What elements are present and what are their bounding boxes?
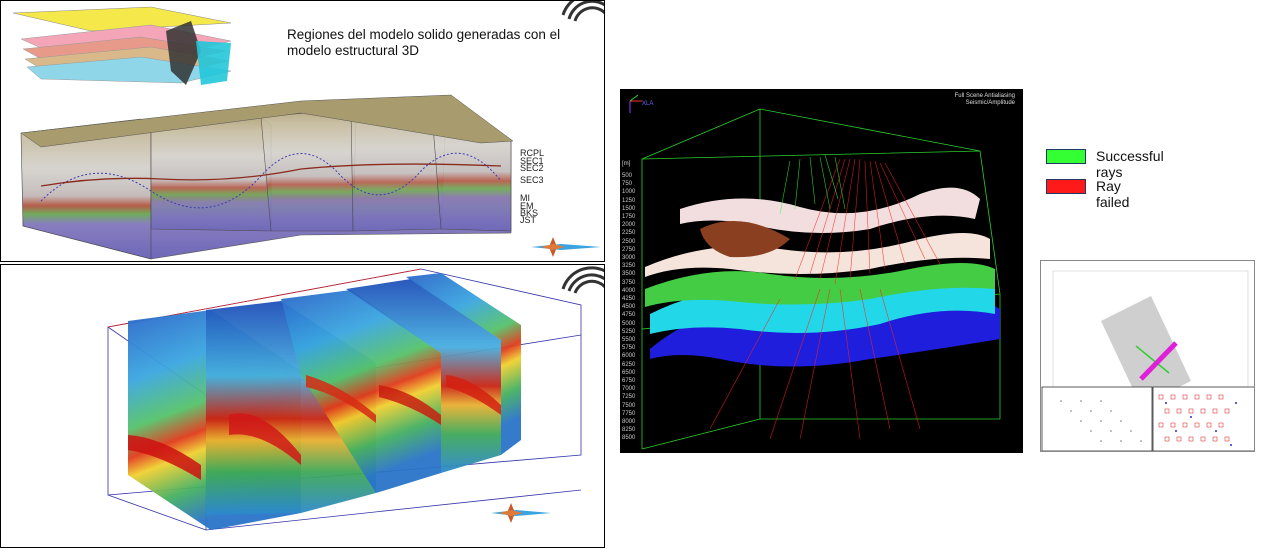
depth-tick-label: 6500 [622,369,636,376]
depth-tick-label: 6000 [622,353,636,360]
ray-tracing-viewer: Full Scene Antialiasing Seismic/Amplitud… [620,89,1023,453]
depth-tick-label: 500 [622,173,633,179]
ray-tracing-figure [629,94,1001,450]
viewer-header-line2: Seismic/Amplitude [965,100,1015,106]
seismic-fence-figure [107,266,604,531]
depth-tick-label: 7500 [622,402,636,409]
acquisition-geometry-panel [1040,260,1255,452]
depth-tick-label: 7250 [622,394,636,401]
depth-tick-label: 5500 [622,337,636,343]
depth-tick-label: 3250 [622,263,636,270]
horizon-label: SEC3 [520,175,544,185]
viewer-header: Full Scene Antialiasing Seismic/Amplitud… [955,93,1015,107]
depth-tick-label: 2000 [622,222,636,229]
depth-tick-label: 7750 [622,410,636,417]
depth-tick-label: 7000 [622,386,636,393]
depth-tick-label: 2750 [622,246,636,253]
depth-tick-label: 1000 [622,189,636,196]
axis-indicator-icon [629,94,642,113]
legend-swatch [1046,179,1086,194]
depth-tick-label: 4750 [622,312,636,319]
fence-diagram [20,94,514,260]
depth-unit: [m] [622,161,631,167]
surfaces-thumbnail [12,6,232,85]
structural-model-panel: Regiones del modelo solido generadas con… [0,0,605,262]
inset-right [1152,386,1254,451]
legend-label: Successful rays [1096,148,1164,180]
depth-tick-label: 6250 [622,361,636,368]
depth-tick-label: 3000 [622,255,636,261]
depth-tick-label: 6750 [622,378,636,384]
depth-tick-label: 3500 [622,271,636,278]
depth-tick-label: 4500 [622,304,636,311]
horizon-label: SEC2 [520,163,544,173]
legend-label: Ray failed [1096,178,1130,210]
depth-tick-label: 5250 [622,328,636,335]
acquisition-geometry-figure [1041,270,1254,451]
depth-tick-label: 3750 [622,279,636,286]
inset-left [1041,386,1153,451]
depth-tick-label: 8000 [622,419,636,425]
compass-icon [531,237,601,257]
logo-arcs-icon [561,1,604,22]
axis-label: XLA [642,101,654,107]
depth-tick-label: 4000 [622,287,636,294]
compass-icon [491,503,551,523]
depth-tick-label: 2500 [622,238,636,245]
depth-tick-label: 750 [622,181,633,188]
seismic-fence-panel [0,264,605,548]
horizon-label: JST [520,215,537,225]
depth-tick-label: 5000 [622,320,636,327]
viewer-header-line1: Full Scene Antialiasing [954,93,1015,99]
depth-tick-label: 4250 [622,296,636,302]
depth-tick-label: 2250 [622,230,636,237]
depth-tick-label: 5750 [622,345,636,352]
panel-title: Regiones del modelo solido generadas con… [287,27,561,58]
depth-tick-label: 1250 [622,197,636,204]
depth-tick-label: 1750 [622,214,636,220]
depth-tick-label: 1500 [622,205,636,212]
depth-tick-label: 8500 [622,435,636,442]
depth-tick-label: 8250 [622,427,636,434]
logo-arcs-icon [561,266,604,294]
legend-swatch [1046,149,1086,164]
